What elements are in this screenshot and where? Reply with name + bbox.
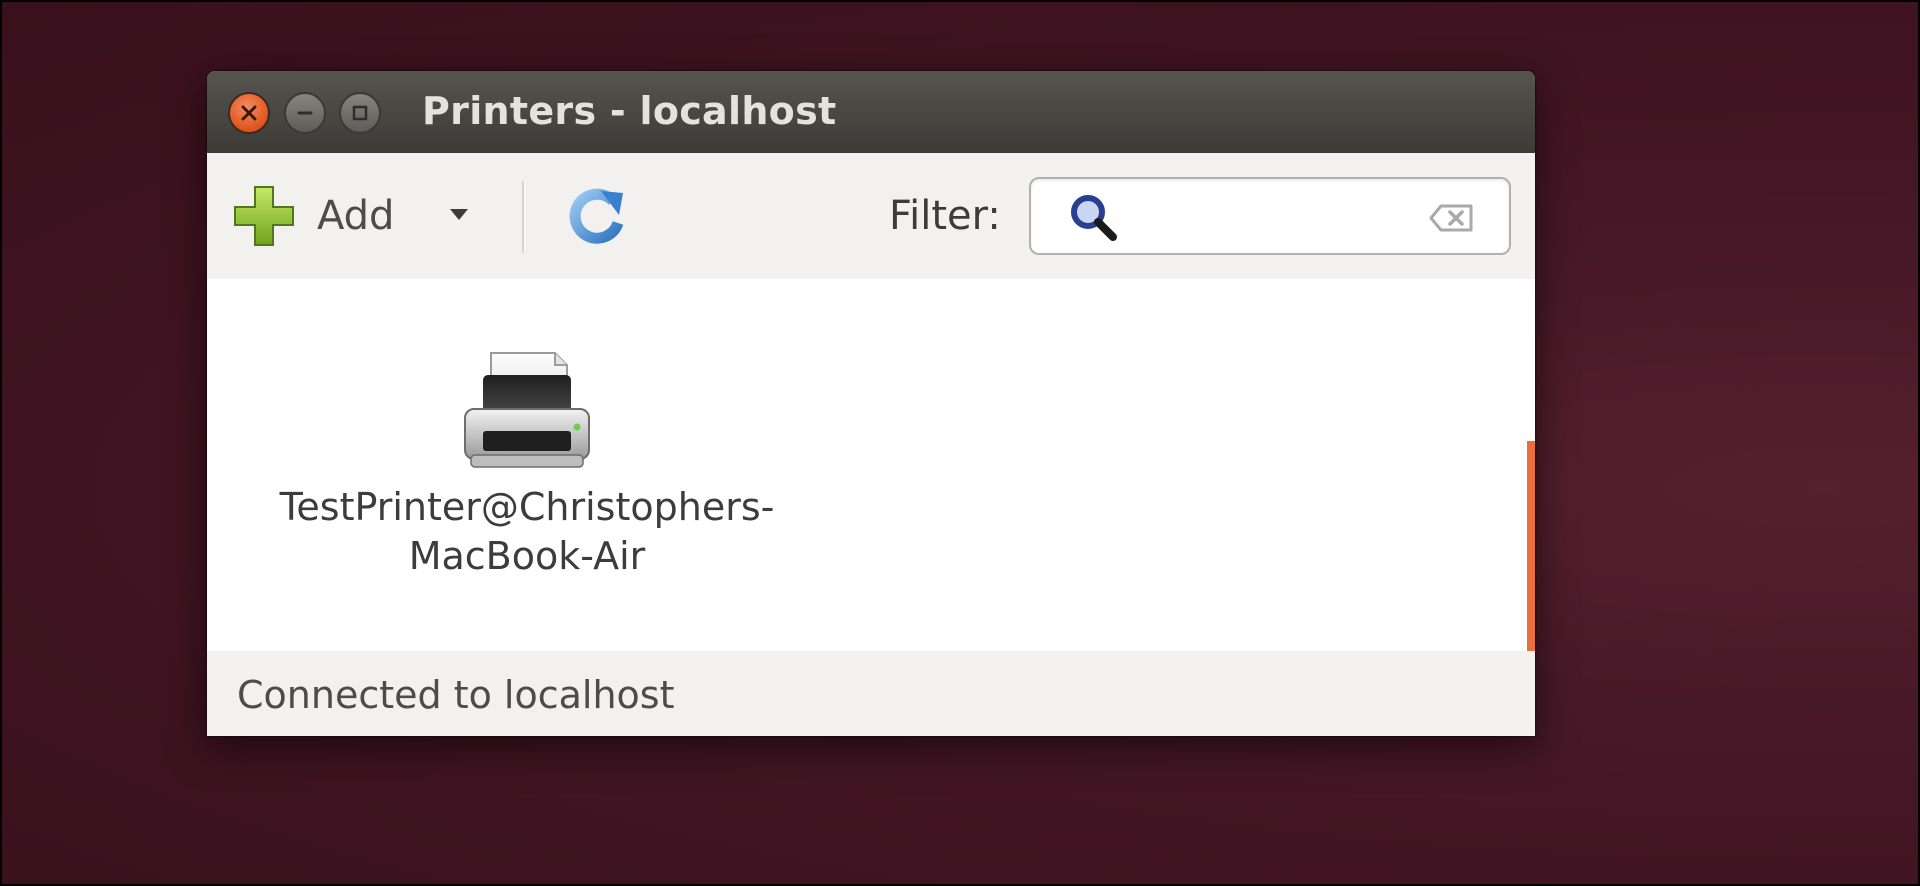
search-icon	[1071, 195, 1117, 241]
refresh-button[interactable]	[567, 187, 627, 251]
maximize-window-button[interactable]	[339, 92, 381, 134]
toolbar: Add Filter:	[207, 153, 1535, 279]
clear-filter-icon[interactable]	[1429, 203, 1475, 233]
filter-input[interactable]	[1131, 189, 1415, 245]
close-window-button[interactable]	[228, 92, 270, 134]
toolbar-separator	[522, 181, 525, 253]
filter-label: Filter:	[889, 193, 1001, 239]
filter-field[interactable]	[1029, 177, 1511, 255]
printer-name-line-1: TestPrinter@Christophers-	[279, 485, 775, 529]
window-title: Printers - localhost	[422, 89, 837, 133]
maximize-icon	[352, 105, 368, 121]
connection-status-text: Connected to localhost	[237, 673, 675, 717]
printer-name-line-2: MacBook-Air	[408, 534, 646, 578]
add-button-label: Add	[317, 193, 395, 239]
scrollbar-indicator[interactable]	[1527, 441, 1535, 651]
status-bar: Connected to localhost	[207, 651, 1535, 736]
add-dropdown-arrow-icon[interactable]	[450, 209, 468, 220]
refresh-icon	[569, 188, 624, 244]
close-icon	[241, 105, 257, 121]
printer-item[interactable]: TestPrinter@Christophers- MacBook-Air	[247, 351, 807, 581]
minimize-window-button[interactable]	[284, 92, 326, 134]
title-bar[interactable]: Printers - localhost	[207, 71, 1535, 153]
printers-window: Printers - localhost Add Filter: TestPri…	[207, 71, 1535, 736]
plus-icon	[234, 186, 294, 246]
printer-icon	[464, 352, 590, 468]
add-printer-button[interactable]: Add	[233, 185, 394, 247]
minimize-icon	[297, 111, 313, 115]
printer-list: TestPrinter@Christophers- MacBook-Air	[207, 279, 1535, 651]
printer-name-label: TestPrinter@Christophers- MacBook-Air	[247, 483, 807, 581]
